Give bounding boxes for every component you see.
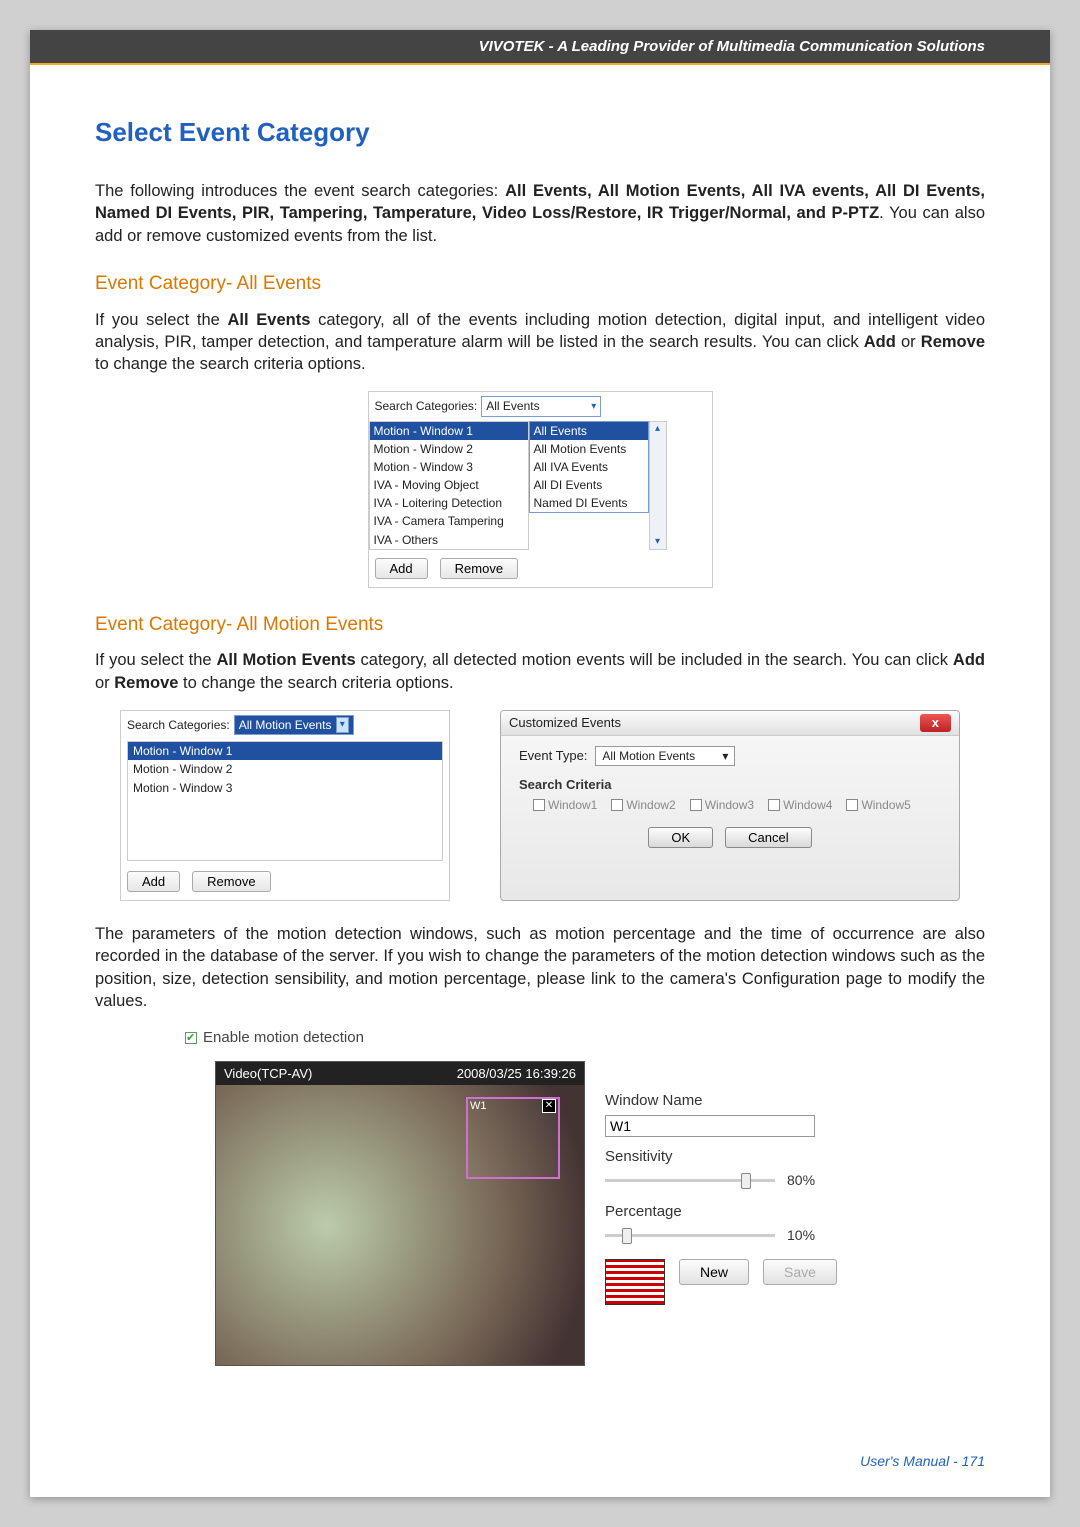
- enable-motion-detection-label: Enable motion detection: [203, 1028, 364, 1048]
- event-list[interactable]: Motion - Window 1 Motion - Window 2 Moti…: [369, 421, 529, 550]
- add-button[interactable]: Add: [127, 871, 180, 892]
- figure-search-categories: Search Categories: All Events ▾ Motion -…: [95, 391, 985, 588]
- slider-thumb[interactable]: [622, 1228, 632, 1244]
- list-item[interactable]: Motion - Window 1: [128, 742, 442, 760]
- chevron-down-icon: ▾: [336, 717, 349, 733]
- search-criteria-group: Window1 Window2 Window3 Window4 Window5: [533, 797, 941, 813]
- header-brand: VIVOTEK - A Leading Provider of Multimed…: [479, 38, 985, 55]
- camera-preview-image[interactable]: W1 ✕: [216, 1085, 584, 1365]
- search-categories-lists: Motion - Window 1 Motion - Window 2 Moti…: [369, 421, 712, 550]
- list-item[interactable]: All DI Events: [530, 476, 648, 494]
- close-icon[interactable]: ✕: [542, 1099, 556, 1113]
- search-categories-panel: Search Categories: All Events ▾ Motion -…: [368, 391, 713, 588]
- all-events-heading: Event Category- All Events: [95, 271, 985, 297]
- save-button[interactable]: Save: [763, 1259, 837, 1285]
- page-footer: User's Manual - 171: [860, 1453, 985, 1469]
- event-type-label: Event Type:: [519, 747, 587, 765]
- page-content: Select Event Category The following intr…: [30, 65, 1050, 1366]
- motion-params-paragraph: The parameters of the motion detection w…: [95, 923, 985, 1012]
- dropdown-open-list[interactable]: All Events All Motion Events All IVA Eve…: [529, 421, 649, 514]
- list-item[interactable]: IVA - Moving Object: [370, 476, 528, 494]
- window-checkbox[interactable]: Window4: [768, 797, 832, 813]
- sensitivity-value: 80%: [787, 1171, 815, 1190]
- new-button[interactable]: New: [679, 1259, 749, 1285]
- window-checkbox[interactable]: Window1: [533, 797, 597, 813]
- event-type-dropdown[interactable]: All Motion Events ▾: [595, 746, 735, 766]
- intro-paragraph: The following introduces the event searc…: [95, 180, 985, 247]
- list-item[interactable]: Named DI Events: [530, 494, 648, 512]
- dialog-title: Customized Events: [509, 714, 621, 732]
- document-page: VIVOTEK - A Leading Provider of Multimed…: [30, 30, 1050, 1497]
- sensitivity-slider[interactable]: [605, 1179, 775, 1182]
- search-criteria-label: Search Criteria: [519, 776, 941, 794]
- sensitivity-label: Sensitivity: [605, 1147, 865, 1167]
- list-item[interactable]: IVA - Loitering Detection: [370, 494, 528, 512]
- window-name-input[interactable]: [605, 1115, 815, 1137]
- all-motion-heading: Event Category- All Motion Events: [95, 612, 985, 638]
- camera-video-panel: Video(TCP-AV) 2008/03/25 16:39:26 W1 ✕: [215, 1061, 585, 1367]
- percentage-value: 10%: [787, 1226, 815, 1245]
- remove-button[interactable]: Remove: [192, 871, 270, 892]
- chevron-down-icon: ▾: [722, 748, 728, 764]
- remove-button[interactable]: Remove: [440, 558, 518, 579]
- enable-motion-detection-checkbox[interactable]: ✔ Enable motion detection: [185, 1028, 985, 1048]
- list-item[interactable]: IVA - Camera Tampering: [370, 512, 528, 530]
- search-categories-label: Search Categories:: [127, 717, 230, 733]
- list-item[interactable]: All Events: [530, 422, 648, 440]
- close-icon[interactable]: x: [920, 714, 951, 732]
- search-categories-dropdown[interactable]: All Events ▾: [481, 396, 601, 416]
- motion-window-overlay[interactable]: W1 ✕: [466, 1097, 560, 1179]
- video-timestamp: 2008/03/25 16:39:26: [457, 1065, 576, 1083]
- all-events-paragraph: If you select the All Events category, a…: [95, 309, 985, 376]
- list-item[interactable]: All IVA Events: [530, 458, 648, 476]
- camera-config-figure: Video(TCP-AV) 2008/03/25 16:39:26 W1 ✕ W…: [95, 1061, 985, 1367]
- list-item[interactable]: All Motion Events: [530, 440, 648, 458]
- add-button[interactable]: Add: [375, 558, 428, 579]
- window-checkbox[interactable]: Window2: [611, 797, 675, 813]
- window-name-label: Window Name: [605, 1091, 865, 1111]
- motion-search-panel: Search Categories: All Motion Events ▾ M…: [120, 710, 450, 901]
- cancel-button[interactable]: Cancel: [725, 827, 811, 848]
- percentage-slider[interactable]: [605, 1234, 775, 1237]
- search-categories-label: Search Categories:: [375, 398, 478, 414]
- video-protocol-label: Video(TCP-AV): [224, 1065, 312, 1083]
- scroll-up-icon[interactable]: ▴: [650, 422, 666, 436]
- motion-list[interactable]: Motion - Window 1 Motion - Window 2 Moti…: [127, 741, 443, 861]
- motion-meter: [605, 1259, 665, 1305]
- section-title: Select Event Category: [95, 115, 985, 150]
- search-categories-dropdown[interactable]: All Motion Events ▾: [234, 715, 354, 735]
- customized-events-dialog: Customized Events x Event Type: All Moti…: [500, 710, 960, 901]
- scrollbar[interactable]: ▴ ▾: [649, 421, 667, 550]
- camera-settings-panel: Window Name Sensitivity 80% Percentage 1…: [605, 1061, 865, 1306]
- list-item[interactable]: Motion - Window 2: [370, 440, 528, 458]
- page-header: VIVOTEK - A Leading Provider of Multimed…: [30, 30, 1050, 65]
- figure-motion-events: Search Categories: All Motion Events ▾ M…: [95, 710, 985, 901]
- all-motion-paragraph: If you select the All Motion Events cate…: [95, 649, 985, 694]
- chevron-down-icon: ▾: [591, 400, 596, 414]
- percentage-label: Percentage: [605, 1202, 865, 1222]
- list-item[interactable]: Motion - Window 2: [128, 760, 442, 778]
- list-item[interactable]: Motion - Window 1: [370, 422, 528, 440]
- list-item[interactable]: Motion - Window 3: [370, 458, 528, 476]
- motion-window-name: W1: [470, 1099, 487, 1114]
- scroll-down-icon[interactable]: ▾: [650, 535, 666, 549]
- slider-thumb[interactable]: [741, 1173, 751, 1189]
- ok-button[interactable]: OK: [648, 827, 713, 848]
- window-checkbox[interactable]: Window5: [846, 797, 910, 813]
- window-checkbox[interactable]: Window3: [690, 797, 754, 813]
- checkbox-icon: ✔: [185, 1032, 197, 1044]
- list-item[interactable]: Motion - Window 3: [128, 779, 442, 797]
- list-item[interactable]: IVA - Others: [370, 531, 528, 549]
- intro-prefix: The following introduces the event searc…: [95, 182, 505, 200]
